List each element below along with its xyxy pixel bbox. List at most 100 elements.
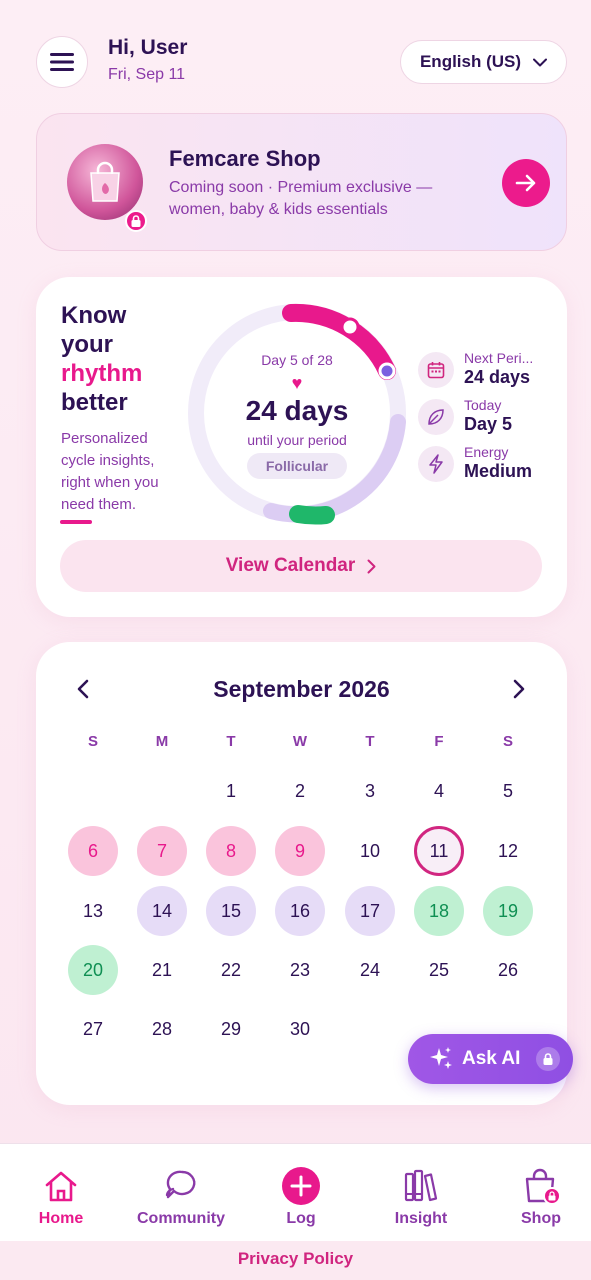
books-icon — [366, 1166, 476, 1206]
chevron-down-icon — [533, 58, 548, 66]
shopping-bag-image — [67, 144, 143, 220]
menu-button[interactable] — [36, 36, 88, 88]
stat-value: 24 days — [464, 367, 531, 387]
ask-ai-button[interactable]: Ask AI — [408, 1034, 573, 1084]
ask-ai-label: Ask AI — [462, 1048, 521, 1069]
rhythm-subtitle: Personalized cycle insights, right when … — [61, 430, 159, 513]
weekday-label: M — [155, 733, 169, 750]
plus-icon — [246, 1166, 356, 1206]
calendar-day-today[interactable]: 11 — [414, 826, 464, 876]
stat-label: Energy — [464, 444, 509, 460]
calendar-day[interactable]: 20 — [68, 945, 118, 995]
calendar-day[interactable]: 3 — [345, 766, 395, 816]
weekday-label: F — [434, 733, 444, 750]
calendar-day[interactable]: 17 — [345, 886, 395, 936]
shopping-bag-icon — [486, 1166, 591, 1206]
calendar-day[interactable]: 16 — [275, 886, 325, 936]
shopping-bag-icon — [90, 161, 120, 202]
nav-insight[interactable]: Insight — [366, 1166, 476, 1228]
accent-bar — [60, 520, 92, 524]
lock-icon — [131, 215, 141, 227]
privacy-policy-link[interactable]: Privacy Policy — [0, 1241, 591, 1280]
view-calendar-label: View Calendar — [225, 555, 356, 576]
calendar-day[interactable]: 4 — [414, 766, 464, 816]
nav-log[interactable]: Log — [246, 1166, 356, 1228]
calendar-day[interactable]: 29 — [206, 1004, 256, 1054]
arrow-right-icon — [515, 174, 536, 192]
calendar-day[interactable]: 15 — [206, 886, 256, 936]
heading-line-highlight: rhythm — [61, 360, 143, 387]
nav-community[interactable]: Community — [126, 1166, 236, 1228]
chat-icon — [126, 1166, 236, 1206]
calendar-day[interactable]: 6 — [68, 826, 118, 876]
nav-home[interactable]: Home — [6, 1166, 116, 1228]
shop-subtitle: Coming soon · Premium exclusive — women,… — [169, 179, 433, 218]
header: Hi, User Fri, Sep 11 English (US) — [0, 0, 591, 110]
lightning-icon — [418, 446, 454, 482]
heart-icon: ♥ — [291, 373, 303, 393]
shop-title: Femcare Shop — [169, 146, 321, 171]
heading-line: Know — [61, 302, 127, 329]
calendar-day[interactable]: 22 — [206, 945, 256, 995]
shop-open-button[interactable] — [502, 159, 550, 207]
view-calendar-button[interactable]: View Calendar — [60, 540, 542, 592]
language-label: English (US) — [419, 52, 522, 71]
calendar-day[interactable]: 14 — [137, 886, 187, 936]
calendar-day[interactable]: 21 — [137, 945, 187, 995]
weekday-label: S — [502, 733, 513, 750]
chevron-right-icon — [367, 559, 376, 573]
calendar-day[interactable]: 13 — [68, 886, 118, 936]
current-date: Fri, Sep 11 — [108, 66, 186, 83]
stat-value: Medium — [464, 461, 533, 481]
home-icon — [6, 1166, 116, 1206]
lock-badge — [125, 210, 147, 232]
calendar-day[interactable]: 25 — [414, 945, 464, 995]
calendar-day[interactable]: 18 — [414, 886, 464, 936]
calendar-day[interactable]: 26 — [483, 945, 533, 995]
stat-label: Today — [464, 397, 502, 413]
hamburger-icon — [50, 53, 74, 71]
calendar-day[interactable]: 30 — [275, 1004, 325, 1054]
calendar-day[interactable]: 7 — [137, 826, 187, 876]
chevron-right-icon — [513, 679, 525, 699]
calendar-day[interactable]: 12 — [483, 826, 533, 876]
weekday-label: S — [87, 733, 98, 750]
stat-label: Next Peri... — [464, 350, 534, 366]
calendar-day[interactable]: 19 — [483, 886, 533, 936]
sparkle-icon — [430, 1047, 452, 1069]
calendar-day[interactable]: 27 — [68, 1004, 118, 1054]
ring-center: Day 5 of 28 ♥ 24 days until your period … — [186, 299, 408, 527]
language-selector[interactable]: English (US) — [400, 40, 567, 84]
calendar-day[interactable]: 9 — [275, 826, 325, 876]
rhythm-heading: Know your rhythm better — [61, 301, 142, 417]
calendar-day[interactable]: 10 — [345, 826, 395, 876]
calendar-day[interactable]: 23 — [275, 945, 325, 995]
cycle-summary-card: Know your rhythm better Personalized cyc… — [36, 277, 567, 617]
calendar-day[interactable]: 5 — [483, 766, 533, 816]
nav-label: Shop — [521, 1210, 561, 1227]
next-month-button[interactable] — [506, 674, 532, 704]
calendar-day[interactable]: 1 — [206, 766, 256, 816]
countdown-value: 24 days — [245, 395, 349, 426]
heading-line: your — [61, 331, 114, 358]
nav-label: Home — [38, 1210, 84, 1227]
weekday-label: W — [292, 733, 308, 750]
greeting-block: Hi, User Fri, Sep 11 — [108, 36, 187, 84]
calendar-month-title: September 2026 — [213, 676, 390, 702]
weekday-label: T — [365, 733, 375, 750]
nav-label: Insight — [394, 1210, 448, 1227]
nav-shop[interactable]: Shop — [486, 1166, 591, 1228]
nav-label: Community — [137, 1210, 225, 1227]
weekday-label: T — [226, 733, 236, 750]
calendar-day[interactable]: 8 — [206, 826, 256, 876]
heading-line: better — [61, 389, 128, 416]
calendar-day[interactable]: 24 — [345, 945, 395, 995]
femcare-shop-card[interactable]: Femcare Shop Coming soon · Premium exclu… — [36, 113, 567, 251]
leaf-icon — [418, 399, 454, 435]
calendar-day[interactable]: 28 — [137, 1004, 187, 1054]
greeting-text: Hi, User — [108, 36, 188, 59]
nav-label: Log — [286, 1210, 316, 1227]
calendar-day[interactable]: 2 — [275, 766, 325, 816]
cycle-day: Day 5 of 28 — [261, 352, 333, 368]
lock-icon — [536, 1047, 561, 1071]
